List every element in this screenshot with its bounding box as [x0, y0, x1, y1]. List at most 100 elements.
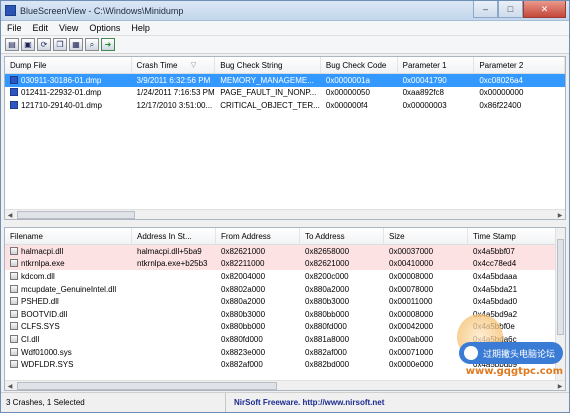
- maximize-button[interactable]: □: [498, 1, 523, 18]
- driver-time-stamp: 0x4a5bdad0: [473, 297, 518, 307]
- scroll-thumb[interactable]: [17, 211, 135, 219]
- crash-dump-file-name: 121710-29140-01.dmp: [21, 100, 102, 110]
- toolbar: ▤ ▣ ⟳ ❐ ▦ ⌕ ➜: [1, 36, 569, 54]
- floppy-icon[interactable]: ▣: [21, 38, 35, 51]
- close-button[interactable]: ✕: [523, 1, 566, 18]
- properties-icon[interactable]: ▦: [69, 38, 83, 51]
- driver-size: 0x00078000: [389, 284, 434, 294]
- driver-row[interactable]: kdcom.dll 0x82004000 0x8200c000 0x000080…: [5, 270, 565, 283]
- menu-edit[interactable]: Edit: [33, 23, 49, 33]
- column-bug-check-string[interactable]: Bug Check String: [215, 57, 321, 73]
- search-icon[interactable]: ⌕: [85, 38, 99, 51]
- crash-dump-file-name: 012411-22932-01.dmp: [21, 88, 102, 98]
- crash-dump-file-name: 030911-30186-01.dmp: [21, 75, 102, 85]
- crash-time: 1/24/2011 7:16:53 PM: [136, 88, 215, 98]
- site-watermark: 过期撇头电脑论坛 www.gqgtpc.com: [413, 314, 563, 386]
- crash-list[interactable]: Dump File Crash Time ▽ Bug Check String …: [4, 56, 566, 220]
- crash-row[interactable]: 030911-30186-01.dmp 3/9/2011 6:32:56 PM …: [5, 74, 565, 87]
- column-bug-check-code[interactable]: Bug Check Code: [321, 57, 398, 73]
- column-crash-time-label: Crash Time: [136, 61, 178, 70]
- driver-from-address: 0x882af000: [221, 360, 263, 370]
- crash-row[interactable]: 121710-29140-01.dmp 12/17/2010 3:51:00..…: [5, 99, 565, 112]
- scroll-left-icon[interactable]: ◀: [5, 381, 15, 390]
- crash-time: 12/17/2010 3:51:00...: [136, 100, 213, 110]
- driver-from-address: 0x82621000: [221, 246, 266, 256]
- scroll-thumb[interactable]: [17, 382, 277, 390]
- watermark-url: www.gqgtpc.com: [465, 366, 563, 377]
- driver-from-address: 0x880bb000: [221, 322, 266, 332]
- column-filename[interactable]: Filename: [5, 228, 132, 244]
- driver-to-address: 0x882bd000: [305, 360, 350, 370]
- driver-filename-text: PSHED.dll: [21, 297, 59, 307]
- status-crash-count: 3 Crashes, 1 Selected: [1, 393, 226, 412]
- column-to-address[interactable]: To Address: [300, 228, 384, 244]
- crash-bug-check-string: PAGE_FAULT_IN_NONP...: [220, 88, 317, 98]
- driver-filename: ntkrnlpa.exe: [5, 259, 132, 268]
- driver-to-address: 0x882af000: [305, 347, 347, 357]
- scroll-right-icon[interactable]: ▶: [555, 210, 565, 219]
- driver-from-address: 0x880b3000: [221, 309, 266, 319]
- menu-file[interactable]: File: [7, 23, 22, 33]
- driver-filename: PSHED.dll: [5, 297, 132, 306]
- menu-options[interactable]: Options: [89, 23, 120, 33]
- driver-filename: mcupdate_GenuineIntel.dll: [5, 284, 132, 294]
- crash-bug-check-code: 0x0000001a: [325, 75, 370, 85]
- crash-parameter-2: 0xc08026a4: [479, 75, 523, 85]
- driver-row[interactable]: PSHED.dll 0x880a2000 0x880b3000 0x000110…: [5, 295, 565, 308]
- driver-time-stamp: 0x4a5bda21: [473, 284, 518, 294]
- column-size[interactable]: Size: [384, 228, 468, 244]
- window-controls: – □ ✕: [473, 1, 566, 18]
- crash-list-hscrollbar[interactable]: ◀ ▶: [5, 209, 565, 219]
- sort-arrow-icon: ▽: [190, 62, 197, 69]
- driver-to-address: 0x880bb000: [305, 309, 350, 319]
- status-bar: 3 Crashes, 1 Selected NirSoft Freeware. …: [1, 392, 569, 412]
- driver-filename-text: CI.dll: [21, 334, 40, 344]
- watermark-badge-icon: [463, 346, 478, 360]
- menu-help[interactable]: Help: [131, 23, 150, 33]
- scroll-left-icon[interactable]: ◀: [5, 210, 15, 219]
- crash-bug-check-string: MEMORY_MANAGEME...: [220, 75, 314, 85]
- column-from-address[interactable]: From Address: [216, 228, 300, 244]
- crash-row[interactable]: 012411-22932-01.dmp 1/24/2011 7:16:53 PM…: [5, 87, 565, 100]
- driver-file-icon: [10, 259, 18, 268]
- copy-icon[interactable]: ❐: [53, 38, 67, 51]
- driver-size: 0x00008000: [389, 271, 434, 281]
- driver-from-address: 0x82211000: [221, 259, 265, 269]
- driver-filename: Wdf01000.sys: [5, 347, 132, 357]
- crash-parameter-1: 0x00000003: [402, 100, 447, 110]
- vertical-scroll-thumb[interactable]: [557, 239, 564, 335]
- dump-file-icon: [10, 100, 18, 109]
- driver-filename: BOOTVID.dll: [5, 309, 132, 319]
- title-bar[interactable]: BlueScreenView - C:\Windows\Minidump – □…: [1, 1, 569, 21]
- driver-file-icon: [10, 347, 18, 356]
- app-window: BlueScreenView - C:\Windows\Minidump – □…: [0, 0, 570, 413]
- refresh-icon[interactable]: ⟳: [37, 38, 51, 51]
- crash-parameter-1: 0x00041790: [402, 75, 447, 85]
- column-time-stamp[interactable]: Time Stamp: [468, 228, 558, 244]
- column-crash-time[interactable]: Crash Time ▽: [132, 57, 216, 73]
- driver-filename-text: halmacpi.dll: [21, 246, 64, 256]
- driver-time-stamp: 0x4cc78ed4: [473, 259, 517, 269]
- save-icon[interactable]: ▤: [5, 38, 19, 51]
- column-address-in-stack[interactable]: Address In St...: [132, 228, 216, 244]
- exit-icon[interactable]: ➜: [101, 38, 115, 51]
- column-parameter-2[interactable]: Parameter 2: [474, 57, 565, 73]
- app-icon: [5, 5, 16, 16]
- driver-time-stamp: 0x4a5bdaaa: [473, 271, 518, 281]
- driver-row[interactable]: mcupdate_GenuineIntel.dll 0x8802a000 0x8…: [5, 283, 565, 296]
- crash-dump-file: 030911-30186-01.dmp: [5, 75, 132, 85]
- driver-filename: CLFS.SYS: [5, 322, 132, 331]
- driver-row[interactable]: halmacpi.dll halmacpi.dll+5ba9 0x8262100…: [5, 245, 565, 258]
- driver-filename: WDFLDR.SYS: [5, 360, 132, 369]
- column-dump-file[interactable]: Dump File: [5, 57, 132, 73]
- driver-size: 0x00008000: [389, 309, 434, 319]
- pane-splitter[interactable]: [1, 220, 569, 227]
- column-parameter-1[interactable]: Parameter 1: [398, 57, 475, 73]
- status-nirsoft-link[interactable]: NirSoft Freeware. http://www.nirsoft.net: [226, 398, 384, 407]
- driver-size: 0x00042000: [389, 322, 434, 332]
- driver-to-address: 0x82621000: [305, 259, 350, 269]
- driver-row[interactable]: ntkrnlpa.exe ntkrnlpa.exe+b25b3 0x822110…: [5, 257, 565, 271]
- minimize-button[interactable]: –: [473, 1, 498, 18]
- driver-to-address: 0x880b3000: [305, 297, 350, 307]
- menu-view[interactable]: View: [59, 23, 78, 33]
